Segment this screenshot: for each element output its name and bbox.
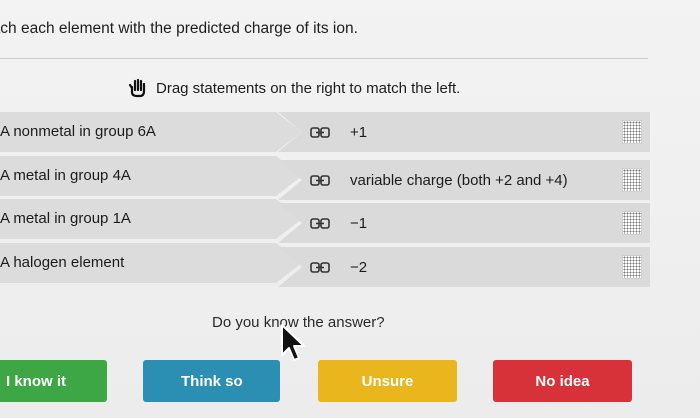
answer-label: −1 xyxy=(350,215,368,232)
drag-handle-icon[interactable] xyxy=(622,255,642,279)
i-know-it-button[interactable]: I know it xyxy=(0,360,107,402)
link-icon xyxy=(310,218,330,229)
left-statement-label: A metal in group 1A xyxy=(0,210,131,227)
left-statement-label: A nonmetal in group 6A xyxy=(0,123,156,140)
link-icon xyxy=(310,262,330,273)
drag-handle-icon[interactable] xyxy=(622,120,642,144)
instruction-text: Drag statements on the right to match th… xyxy=(156,79,461,97)
no-idea-button[interactable]: No idea xyxy=(493,360,632,402)
left-statement-label: A metal in group 4A xyxy=(0,167,131,184)
draggable-answer[interactable]: −1 xyxy=(278,203,650,243)
hand-icon xyxy=(128,78,146,98)
link-icon xyxy=(310,175,330,186)
think-so-button[interactable]: Think so xyxy=(143,360,280,402)
left-statement: A nonmetal in group 6A xyxy=(0,112,302,152)
question-title: tch each element with the predicted char… xyxy=(0,20,358,37)
unsure-button[interactable]: Unsure xyxy=(318,360,457,402)
draggable-answer[interactable]: −2 xyxy=(278,247,650,287)
left-statement: A halogen element xyxy=(0,243,302,283)
draggable-answer[interactable]: +1 xyxy=(278,112,650,152)
left-statement: A metal in group 4A xyxy=(0,156,302,196)
answer-label: −2 xyxy=(350,259,368,276)
link-icon xyxy=(310,127,330,138)
draggable-answer[interactable]: variable charge (both +2 and +4) xyxy=(278,160,650,200)
left-statement: A metal in group 1A xyxy=(0,199,302,239)
instruction: Drag statements on the right to match th… xyxy=(128,78,460,98)
mouse-pointer-icon xyxy=(281,324,305,361)
divider xyxy=(0,58,648,59)
drag-handle-icon[interactable] xyxy=(622,211,642,235)
left-statement-label: A halogen element xyxy=(0,254,125,271)
answer-label: variable charge (both +2 and +4) xyxy=(350,172,568,189)
answer-label: +1 xyxy=(350,124,368,141)
drag-handle-icon[interactable] xyxy=(622,168,642,192)
